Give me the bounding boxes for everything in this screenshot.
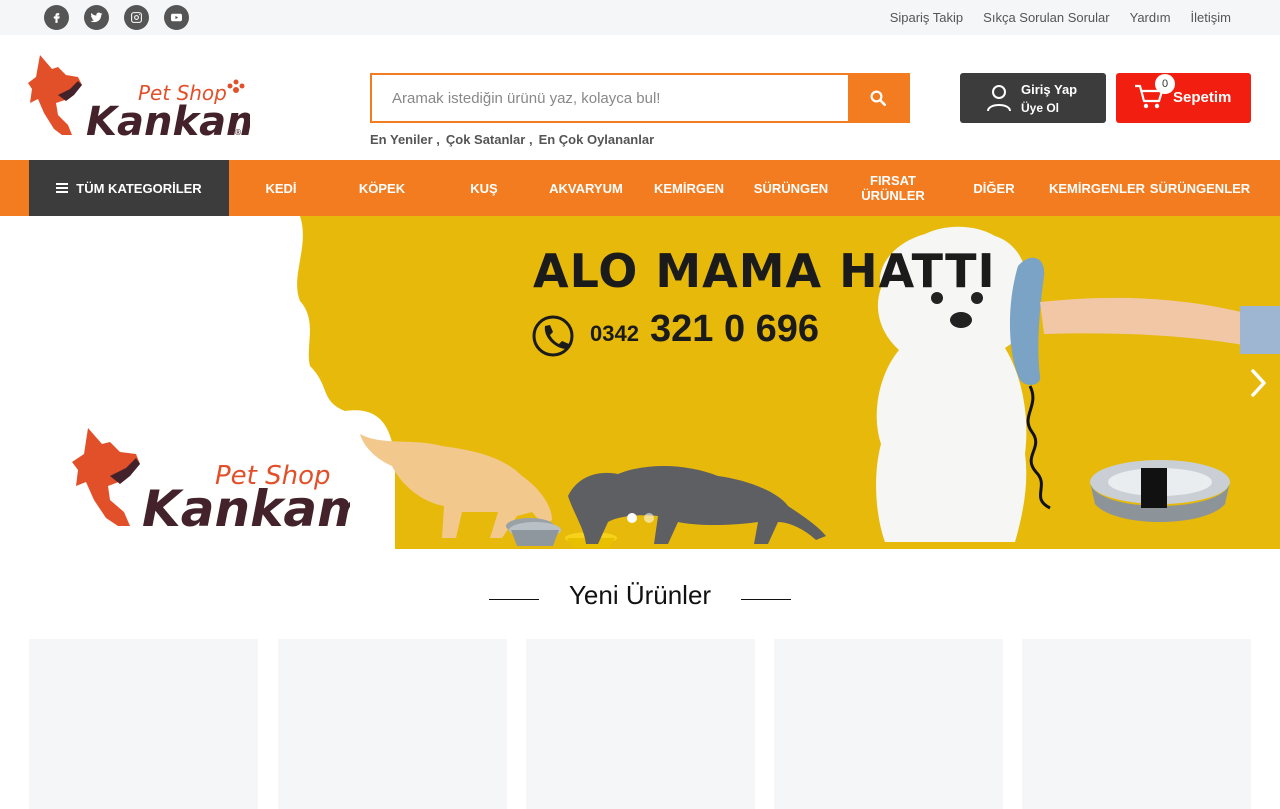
nav-item-diger[interactable]: DİĞER — [952, 160, 1036, 216]
banner-phone-number: 321 0 696 — [650, 308, 820, 350]
nav-item-firsat-urunler[interactable]: FIRSAT ÜRÜNLER — [853, 160, 933, 216]
banner-logo: Kankam Pet Shop — [72, 428, 350, 536]
link-order-tracking[interactable]: Sipariş Takip — [890, 10, 963, 25]
nav-item-surungen[interactable]: SÜRÜNGEN — [747, 160, 835, 216]
section-divider-right — [741, 599, 791, 600]
all-categories-button[interactable]: TÜM KATEGORİLER — [29, 160, 229, 216]
slider-dot[interactable] — [627, 513, 637, 523]
quick-links: En Yeniler , Çok Satanlar , En Çok Oylan… — [370, 132, 654, 147]
search-box — [370, 73, 910, 123]
twitter-icon[interactable] — [84, 5, 109, 30]
nav-item-surungenler[interactable]: SÜRÜNGENLER — [1150, 160, 1250, 216]
link-faq[interactable]: Sıkça Sorulan Sorular — [983, 10, 1109, 25]
banner-logo-sub: Pet Shop — [215, 461, 331, 491]
banner-phone-prefix: 0342 — [590, 321, 639, 346]
top-links: Sipariş Takip Sıkça Sorulan Sorular Yard… — [890, 0, 1231, 35]
search-input[interactable] — [372, 75, 848, 121]
hero-banner[interactable]: Kankam Pet Shop ALO MAMA HATTI 0342 321 … — [0, 216, 1280, 549]
menu-icon — [56, 183, 69, 193]
product-card[interactable] — [1022, 639, 1251, 809]
svg-text:®: ® — [234, 128, 242, 137]
product-card[interactable] — [278, 639, 507, 809]
site-logo[interactable]: Kankam Pet Shop ® — [28, 55, 250, 141]
nav-item-kemirgenler[interactable]: KEMİRGENLER — [1049, 160, 1145, 216]
logo-sub: Pet Shop — [138, 81, 227, 105]
cart-button[interactable]: 0 Sepetim — [1116, 73, 1251, 123]
nav-item-kus[interactable]: KUŞ — [442, 160, 526, 216]
login-label[interactable]: Giriş Yap — [1021, 82, 1077, 97]
quick-link-bestsellers[interactable]: Çok Satanlar , — [446, 132, 533, 147]
product-card[interactable] — [526, 639, 755, 809]
product-card[interactable] — [29, 639, 258, 809]
header: Kankam Pet Shop ® En Yeniler , Çok Satan… — [0, 35, 1280, 160]
nav-item-kedi[interactable]: KEDİ — [239, 160, 323, 216]
search-button[interactable] — [848, 75, 908, 121]
account-button[interactable]: Giriş Yap Üye Ol — [960, 73, 1106, 123]
nav-item-kopek[interactable]: KÖPEK — [340, 160, 424, 216]
instagram-icon[interactable] — [124, 5, 149, 30]
facebook-icon[interactable] — [44, 5, 69, 30]
nav-item-kemirgen[interactable]: KEMİRGEN — [645, 160, 733, 216]
youtube-icon[interactable] — [164, 5, 189, 30]
top-bar: Sipariş Takip Sıkça Sorulan Sorular Yard… — [0, 0, 1280, 35]
quick-link-top-rated[interactable]: En Çok Oylananlar — [539, 132, 655, 147]
quick-link-newest[interactable]: En Yeniler , — [370, 132, 440, 147]
logo-brand: Kankam — [86, 99, 250, 141]
link-contact[interactable]: İletişim — [1191, 10, 1231, 25]
slider-dots — [627, 513, 654, 523]
link-help[interactable]: Yardım — [1130, 10, 1171, 25]
register-label[interactable]: Üye Ol — [1021, 101, 1059, 115]
cat-image — [568, 465, 826, 544]
steel-bowl-image — [1090, 460, 1230, 522]
slider-dot[interactable] — [644, 513, 654, 523]
search-icon — [870, 90, 887, 107]
nav-item-akvaryum[interactable]: AKVARYUM — [540, 160, 632, 216]
cart-label: Sepetim — [1173, 89, 1232, 106]
product-card[interactable] — [774, 639, 1003, 809]
main-nav: TÜM KATEGORİLER KEDİ KÖPEK KUŞ AKVARYUM … — [0, 160, 1280, 216]
banner-title: ALO MAMA HATTI — [533, 244, 996, 298]
phone-icon — [532, 315, 574, 357]
cart-count-badge: 0 — [1155, 74, 1175, 94]
user-icon — [987, 85, 1011, 112]
chevron-right-icon[interactable] — [1248, 366, 1270, 400]
all-categories-label: TÜM KATEGORİLER — [76, 180, 202, 196]
section-title: Yeni Ürünler — [568, 580, 712, 610]
